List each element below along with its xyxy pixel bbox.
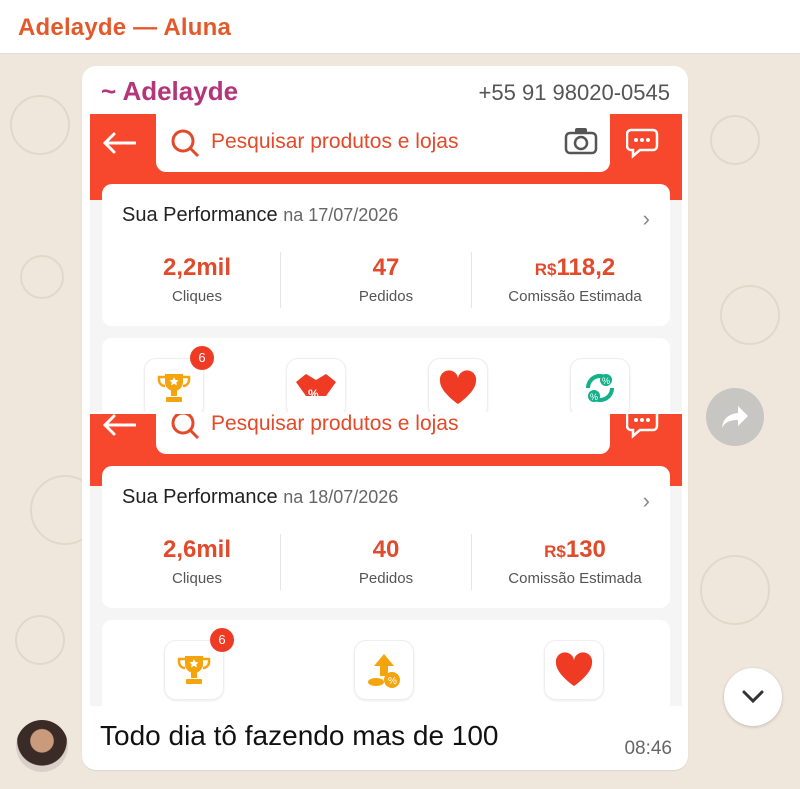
- shortcut-row: 6 % %%: [102, 338, 670, 412]
- metric-orders: 40 Pedidos: [358, 536, 414, 587]
- sender-name[interactable]: ~ Adelayde: [101, 76, 238, 107]
- notification-badge: 6: [210, 628, 234, 652]
- heart-icon: [428, 358, 488, 412]
- performance-date: na 18/07/2026: [283, 487, 399, 507]
- chevron-right-icon: ›: [642, 488, 650, 513]
- chat-header[interactable]: Adelayde — Aluna: [0, 0, 800, 54]
- metric-commission: R$118,2 Comissão Estimada: [508, 254, 642, 305]
- attached-screenshot-1[interactable]: Pesquisar produtos e lojas Sua Performan…: [90, 114, 682, 412]
- scroll-down-button[interactable]: [724, 668, 782, 726]
- search-icon: [171, 414, 200, 440]
- performance-card: Sua Performance na 17/07/2026 › 2,2mil C…: [102, 184, 670, 326]
- coins-growth-icon: %: [354, 640, 414, 700]
- metric-orders: 47 Pedidos: [358, 254, 414, 305]
- metric-commission: R$130 Comissão Estimada: [508, 536, 642, 587]
- back-arrow-icon: [102, 414, 136, 436]
- message-text: Todo dia tô fazendo mas de 100: [100, 720, 499, 751]
- sender-phone: +55 91 98020-0545: [478, 80, 670, 105]
- performance-date: na 17/07/2026: [283, 205, 399, 225]
- performance-title: Sua Performance: [122, 486, 278, 508]
- search-bar: Pesquisar produtos e lojas: [156, 114, 610, 172]
- forward-icon: [722, 406, 748, 428]
- message-time: 08:46: [624, 738, 672, 759]
- chat-title: Adelayde — Aluna: [18, 14, 232, 41]
- metric-clicks: 2,2mil Cliques: [162, 254, 232, 305]
- metric-clicks: 2,6mil Cliques: [162, 536, 232, 587]
- chat-icon: [626, 414, 659, 439]
- svg-text:%: %: [602, 376, 610, 386]
- search-bar: Pesquisar produtos e lojas: [156, 414, 610, 454]
- svg-text:%: %: [308, 387, 319, 401]
- handshake-discount-icon: %: [286, 358, 346, 412]
- chat-icon: [626, 128, 659, 159]
- search-placeholder: Pesquisar produtos e lojas: [211, 414, 459, 435]
- heart-icon: [544, 640, 604, 700]
- back-arrow-icon: [102, 132, 136, 154]
- camera-icon: [564, 128, 598, 155]
- notification-badge: 6: [190, 346, 214, 370]
- search-placeholder: Pesquisar produtos e lojas: [211, 130, 459, 153]
- performance-card: Sua Performance na 18/07/2026 › 2,6mil C…: [102, 466, 670, 608]
- cashback-percent-icon: %%: [570, 358, 630, 412]
- performance-title: Sua Performance: [122, 204, 278, 226]
- message-bubble[interactable]: ~ Adelayde +55 91 98020-0545 Pesquisar p…: [82, 66, 688, 770]
- svg-text:%: %: [590, 392, 598, 402]
- chevron-right-icon: ›: [642, 206, 650, 231]
- avatar[interactable]: [16, 720, 68, 772]
- forward-button[interactable]: [706, 388, 764, 446]
- attached-screenshot-2[interactable]: Pesquisar produtos e lojas Sua Performan…: [90, 414, 682, 706]
- shortcut-row: 6 %: [102, 620, 670, 706]
- search-icon: [171, 129, 200, 158]
- chevron-down-icon: [742, 690, 764, 704]
- svg-text:%: %: [388, 676, 397, 687]
